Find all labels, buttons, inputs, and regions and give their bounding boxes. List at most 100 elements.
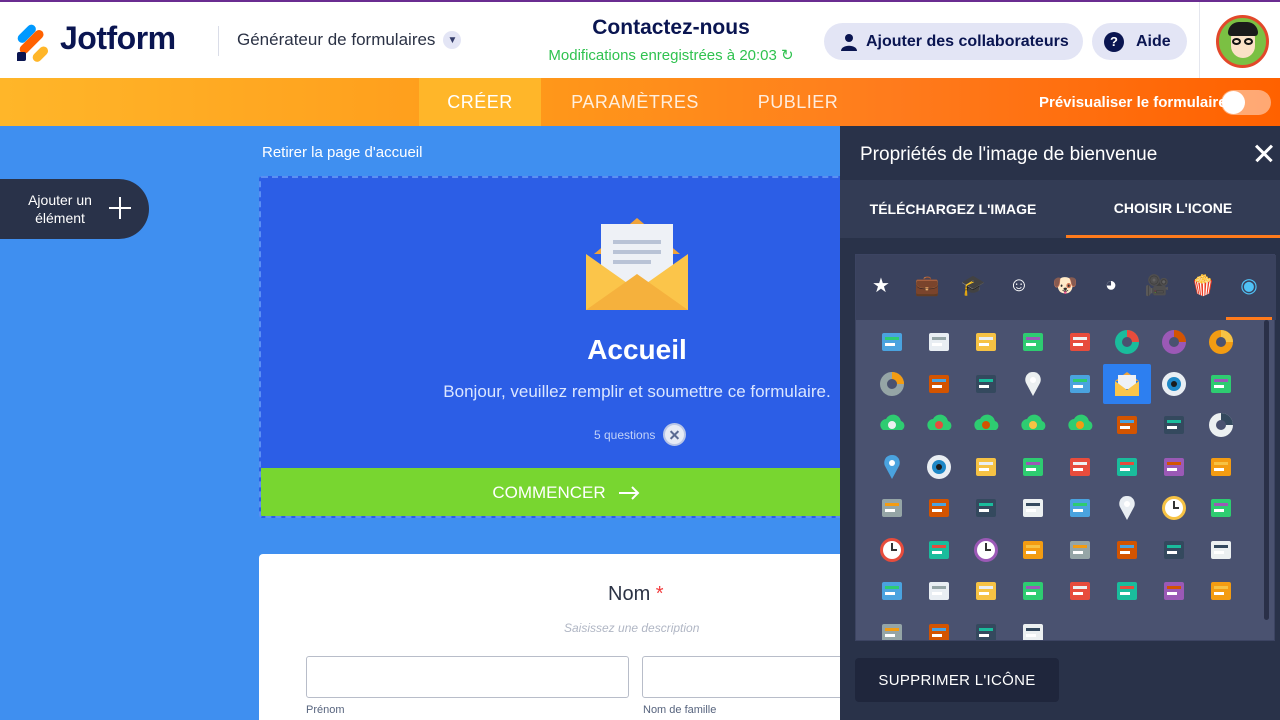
welcome-title[interactable]: Accueil	[261, 334, 857, 366]
refresh-icon[interactable]: ↻	[781, 47, 794, 64]
cloud-upload-icon[interactable]	[1056, 405, 1104, 445]
icon-grid-scrollbar[interactable]	[1259, 320, 1274, 640]
envelope-open-icon[interactable]	[586, 212, 688, 312]
board-icon[interactable]	[915, 488, 963, 528]
pizza-icon[interactable]	[1150, 447, 1198, 487]
light-bulb-icon[interactable]	[915, 530, 963, 570]
clock-check-icon[interactable]	[1150, 488, 1198, 528]
help-button[interactable]: ? Aide	[1092, 23, 1187, 60]
tram-icon[interactable]	[962, 613, 1010, 640]
radio-icon[interactable]	[1150, 571, 1198, 611]
presentation-icon[interactable]	[962, 322, 1010, 362]
preview-toggle[interactable]	[1221, 90, 1271, 115]
donut-chart-icon[interactable]	[1197, 322, 1245, 362]
toaster-icon[interactable]	[1103, 571, 1151, 611]
flag-icon[interactable]	[1009, 613, 1057, 640]
pie-chart-icon[interactable]	[1150, 322, 1198, 362]
worker-icon[interactable]	[868, 571, 916, 611]
column-icon[interactable]	[1009, 530, 1057, 570]
graduation-cap-icon[interactable]: 🎓	[953, 269, 993, 301]
eye-icon[interactable]	[915, 447, 963, 487]
burger-icon[interactable]	[1009, 447, 1057, 487]
buildings-icon[interactable]	[1056, 322, 1104, 362]
form-generator-dropdown[interactable]: Générateur de formulaires ▼	[237, 30, 462, 50]
remove-welcome-page-link[interactable]: Retirer la page d'accueil	[262, 144, 422, 161]
cloud-download-icon[interactable]	[915, 405, 963, 445]
map-icon[interactable]	[1056, 364, 1104, 404]
target-icon[interactable]	[1056, 488, 1104, 528]
stopwatch-icon[interactable]	[962, 530, 1010, 570]
cloud-error-icon[interactable]	[962, 405, 1010, 445]
bank-icon[interactable]	[915, 322, 963, 362]
dog-icon[interactable]: 🐶	[1045, 269, 1085, 301]
speaker-icon[interactable]	[1197, 447, 1245, 487]
last-name-sublabel[interactable]: Nom de famille	[643, 704, 716, 716]
pushpin-icon[interactable]	[1103, 488, 1151, 528]
hard-drive-icon[interactable]	[1197, 364, 1245, 404]
coupon-icon[interactable]	[1009, 571, 1057, 611]
last-name-input[interactable]	[642, 656, 872, 698]
tab-upload-image[interactable]: TÉLÉCHARGEZ L'IMAGE	[840, 180, 1066, 238]
add-element-button[interactable]: Ajouter un élément	[0, 179, 149, 239]
office-chair-icon[interactable]	[1009, 488, 1057, 528]
tab-choose-icon[interactable]: CHOISIR L'ICONE	[1066, 180, 1280, 238]
muffin-icon[interactable]	[1103, 447, 1151, 487]
books-icon[interactable]	[962, 488, 1010, 528]
popcorn-icon[interactable]: 🍿	[1183, 269, 1223, 301]
first-name-sublabel[interactable]: Prénom	[306, 704, 345, 716]
close-icon[interactable]	[1254, 143, 1274, 163]
notepad-icon[interactable]	[1150, 405, 1198, 445]
hotdog-icon[interactable]	[1056, 447, 1104, 487]
yin-yang-icon[interactable]	[868, 488, 916, 528]
start-button[interactable]: COMMENCER	[261, 468, 857, 516]
welcome-subtitle[interactable]: Bonjour, veuillez remplir et soumettre c…	[261, 382, 857, 402]
envelope-open-icon[interactable]	[1103, 363, 1151, 404]
cloud-sync-icon[interactable]	[1009, 405, 1057, 445]
foam-finger-icon[interactable]	[962, 447, 1010, 487]
field-description[interactable]: Saisissez une description	[564, 621, 699, 635]
briefcase-icon[interactable]	[1009, 322, 1057, 362]
camera-icon[interactable]: 🎥	[1137, 269, 1177, 301]
water-drop-icon[interactable]	[868, 447, 916, 487]
user-avatar[interactable]	[1216, 15, 1269, 68]
barcode-receipt-icon[interactable]	[1150, 530, 1198, 570]
hide-question-count-icon[interactable]	[663, 423, 687, 446]
briefcase-icon[interactable]: 💼	[907, 269, 947, 301]
field-label[interactable]: Nom *	[608, 583, 664, 606]
calculator-icon[interactable]	[1197, 488, 1245, 528]
remove-icon-button[interactable]: SUPPRIMER L'ICÔNE	[855, 658, 1059, 702]
school-bag-icon[interactable]	[1056, 530, 1104, 570]
scroll-thumb[interactable]	[1264, 320, 1269, 620]
cloud-check-icon[interactable]	[868, 405, 916, 445]
bus-icon[interactable]	[1197, 571, 1245, 611]
map-pin-icon[interactable]	[1009, 364, 1057, 404]
store-icon[interactable]	[1056, 571, 1104, 611]
alarm-clock-icon[interactable]	[868, 530, 916, 570]
tab-create[interactable]: CRÉER	[419, 78, 541, 126]
star-icon[interactable]: ★	[861, 269, 901, 301]
name-field-card[interactable]: Nom * Saisissez une description Prénom N…	[259, 554, 872, 720]
jotform-logo[interactable]: Jotform	[15, 20, 176, 64]
donut-icon[interactable]	[1197, 405, 1245, 445]
money-icon[interactable]	[915, 364, 963, 404]
price-tag-icon[interactable]	[962, 364, 1010, 404]
smiley-icon[interactable]: ☺	[999, 269, 1039, 301]
tab-publish[interactable]: PUBLIER	[745, 78, 851, 126]
train-icon[interactable]	[868, 613, 916, 640]
form-title[interactable]: Contactez-nous	[500, 16, 842, 40]
welcome-page-card[interactable]: Accueil Bonjour, veuillez remplir et sou…	[259, 176, 859, 518]
certificate-icon[interactable]	[1103, 405, 1151, 445]
pacman-icon[interactable]: ◕	[1091, 269, 1131, 301]
first-aid-kit-icon[interactable]	[962, 571, 1010, 611]
id-card-icon[interactable]	[868, 322, 916, 362]
backpack-icon[interactable]	[1103, 530, 1151, 570]
add-collaborators-button[interactable]: Ajouter des collaborateurs	[824, 23, 1083, 60]
tab-settings[interactable]: PARAMÈTRES	[555, 78, 715, 126]
handbag-icon[interactable]	[1197, 530, 1245, 570]
chart-up-icon[interactable]	[1103, 322, 1151, 362]
first-name-input[interactable]	[306, 656, 629, 698]
laptop-chart-icon[interactable]	[868, 364, 916, 404]
rocket-icon[interactable]	[915, 613, 963, 640]
swiss-knife-icon[interactable]	[915, 571, 963, 611]
camera-lens-icon[interactable]	[1150, 364, 1198, 404]
